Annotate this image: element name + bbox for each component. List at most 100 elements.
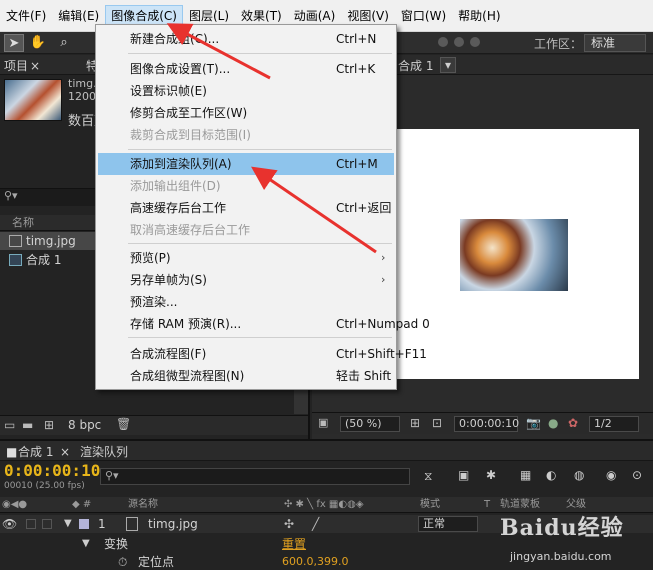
frame-blending-icon[interactable]: ▦ [520, 468, 531, 482]
transform-label: 变换 [104, 537, 129, 551]
interpret-footage-icon[interactable]: ▭ [4, 418, 15, 432]
search-icon: ⚲▾ [4, 189, 18, 202]
solo-toggle[interactable] [42, 519, 52, 529]
tab-close-icon[interactable]: × [26, 57, 44, 75]
menu-item-9[interactable]: 预览(P) › [98, 247, 394, 269]
menu-item-shortcut: Ctrl+M [336, 157, 378, 171]
menu-item-label: 高速缓存后台工作 [130, 201, 227, 215]
menu-item-1[interactable]: 图像合成设置(T)... Ctrl+K [98, 58, 394, 80]
mode-header: 模式 [420, 499, 440, 510]
menu-item-label: 添加输出组件(D) [130, 179, 221, 193]
menu-item-label: 合成流程图(F) [130, 347, 207, 361]
menu-item-label: 预览(P) [130, 251, 171, 265]
layer-mode-select[interactable]: 正常 [418, 516, 478, 532]
new-comp-icon[interactable]: ⊞ [44, 418, 54, 432]
audio-toggle[interactable] [26, 519, 36, 529]
menu-item-0[interactable]: 新建合成组(C)... Ctrl+N [98, 28, 394, 50]
draft-3d-icon[interactable]: ▣ [458, 468, 469, 482]
motion-blur-icon[interactable]: ◐ [546, 468, 556, 482]
menu-item-label: 图像合成设置(T)... [130, 62, 231, 76]
menu-item-5[interactable]: 添加到渲染队列(A) Ctrl+M [98, 153, 394, 175]
comp-mini-flowchart-icon[interactable]: ⧖ [424, 469, 432, 484]
submenu-arrow-icon: › [381, 273, 386, 286]
timeline-search[interactable]: ⚲▾ [100, 468, 410, 485]
menu-item-11[interactable]: 预渲染... [98, 291, 394, 313]
menu-item-label: 取消高速缓存后台工作 [130, 223, 251, 237]
new-folder-icon[interactable]: ▬ [22, 418, 33, 432]
zoom-tool-icon[interactable]: ⌕ [54, 34, 74, 52]
hand-tool-icon[interactable]: ✋ [28, 34, 48, 52]
quality-switch-icon[interactable]: ╱ [312, 515, 319, 533]
graph-editor-icon[interactable]: ◍ [574, 468, 584, 482]
menu-item-10[interactable]: 另存单帧为(S) › [98, 269, 394, 291]
menu-item-shortcut: Ctrl+N [336, 32, 377, 46]
submenu-arrow-icon: › [381, 251, 386, 264]
project-item-label: timg.jpg [26, 234, 76, 248]
composition-canvas[interactable] [396, 129, 639, 379]
hide-shy-icon[interactable]: ✱ [486, 468, 496, 482]
selection-tool-icon[interactable]: ➤ [4, 34, 24, 52]
menu-help[interactable]: 帮助(H) [452, 0, 506, 32]
show-channel-icon[interactable]: ● [548, 416, 558, 430]
snap-icon[interactable] [438, 37, 448, 47]
live-update-icon[interactable]: ⊙ [632, 468, 642, 482]
menu-item-3[interactable]: 修剪合成至工作区(W) [98, 102, 394, 124]
visibility-eye-icon[interactable]: 👁 [2, 515, 17, 533]
menu-item-shortcut: Ctrl+Numpad 0 [336, 317, 430, 331]
menu-separator [128, 243, 392, 244]
menu-separator [128, 337, 392, 338]
menu-separator [128, 149, 392, 150]
layer-label-color[interactable] [79, 519, 89, 529]
layer-image[interactable] [460, 219, 568, 291]
trash-icon[interactable]: 🗑 [116, 417, 131, 431]
color-management-icon[interactable]: ✿ [568, 416, 578, 430]
grid-icon[interactable]: ⊞ [410, 416, 420, 430]
resolution-select[interactable]: 1/2 [589, 416, 639, 432]
menu-item-label: 预渲染... [130, 295, 178, 309]
reset-link[interactable]: 重置 [282, 535, 306, 553]
brainstorm-icon[interactable]: ◉ [606, 468, 616, 482]
viewer-dropdown-icon[interactable]: ▾ [440, 57, 457, 73]
menu-item-6: 添加输出组件(D) [98, 175, 394, 197]
menu-item-7[interactable]: 高速缓存后台工作 Ctrl+返回 [98, 197, 394, 219]
snapshot-icon[interactable]: 📷 [526, 416, 541, 430]
timeline-timecode[interactable]: 0:00:00:10 [4, 461, 100, 480]
viewer-timecode[interactable]: 0:00:00:10 [454, 416, 519, 432]
menu-window[interactable]: 窗口(W) [395, 0, 452, 32]
menu-item-4: 裁剪合成到目标范围(I) [98, 124, 394, 146]
menu-separator [128, 53, 392, 54]
workspace-select[interactable]: 标准 [584, 34, 646, 52]
menu-item-2[interactable]: 设置标识帧(E) [98, 80, 394, 102]
tab-render-queue[interactable]: 渲染队列 [76, 443, 132, 461]
project-footer: ▭ ▬ ⊞ 8 bpc 🗑 [0, 415, 308, 435]
record-icon[interactable] [454, 37, 464, 47]
expand-triangle-icon[interactable]: ▼ [64, 515, 72, 533]
baidu-logo: Baidu经验 [500, 515, 624, 541]
baidu-watermark: Baidu经验 jingyan.baidu.com [500, 510, 624, 563]
baidu-url: jingyan.baidu.com [510, 550, 612, 563]
image-file-icon [126, 517, 138, 531]
menu-item-13[interactable]: 合成流程图(F) Ctrl+Shift+F11 [98, 343, 427, 365]
anchor-point-value[interactable]: 600.0,399.0 [282, 553, 348, 570]
menu-item-14[interactable]: 合成组微型流程图(N) 轻击 Shift [98, 365, 394, 387]
guides-icon[interactable] [470, 37, 480, 47]
frame-info: 00010 (25.00 fps) [4, 481, 85, 491]
menu-item-shortcut: 轻击 Shift [336, 369, 392, 383]
tab-composition[interactable]: 合成 1 [394, 57, 437, 75]
always-preview-icon[interactable]: ▣ [318, 416, 328, 429]
stopwatch-icon[interactable]: ⏱ [118, 553, 127, 570]
shy-switch-icon[interactable]: ✣ [284, 515, 294, 533]
zoom-select[interactable]: (50 %) [340, 416, 400, 432]
bit-depth-button[interactable]: 8 bpc [68, 418, 101, 432]
menu-item-label: 合成组微型流程图(N) [130, 369, 245, 383]
expand-triangle-icon[interactable]: ▼ [82, 535, 90, 553]
tab-close-icon[interactable]: × [56, 443, 74, 461]
menu-file[interactable]: 文件(F) [0, 0, 52, 32]
layer-name[interactable]: timg.jpg [148, 515, 198, 533]
safe-area-icon[interactable]: ⊡ [432, 416, 442, 430]
tab-timeline-comp[interactable]: 合成 1 [14, 443, 57, 461]
menu-item-12[interactable]: 存储 RAM 预演(R)... Ctrl+Numpad 0 [98, 313, 430, 335]
menu-item-label: 新建合成组(C)... [130, 32, 220, 46]
project-scrollbar[interactable] [294, 390, 308, 414]
menu-item-label: 另存单帧为(S) [130, 273, 207, 287]
